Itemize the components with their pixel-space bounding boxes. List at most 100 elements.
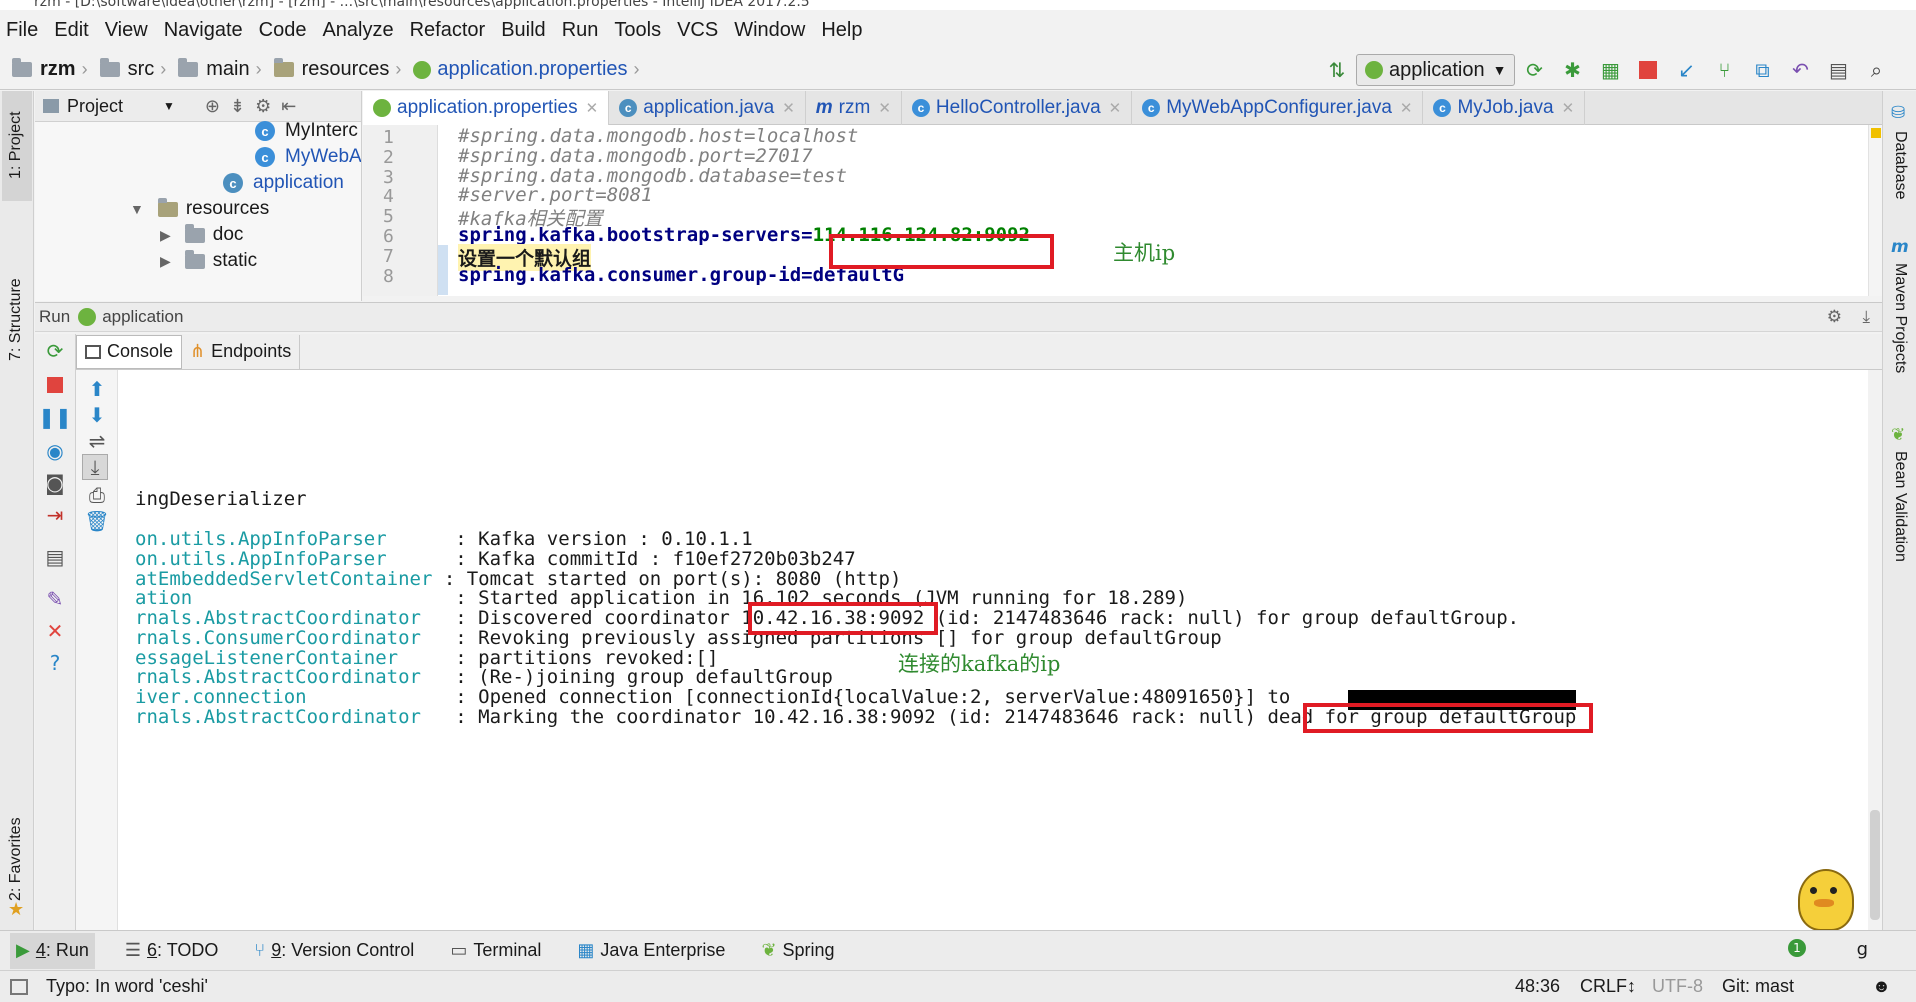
tab-endpoints[interactable]: ⋔ Endpoints (182, 334, 301, 369)
gear-icon[interactable]: ⚙ (255, 96, 271, 117)
console-scrollbar[interactable] (1868, 370, 1882, 930)
tab-application-java[interactable]: c application.java ✕ (609, 90, 806, 125)
help-icon[interactable]: ? (42, 650, 68, 676)
hide-icon[interactable]: ⇤ (281, 96, 296, 117)
tab-hellocontroller[interactable]: c HelloController.java ✕ (902, 90, 1133, 125)
menu-refactor[interactable]: Refactor (410, 19, 486, 42)
tab-mywebappconfigurer[interactable]: c MyWebAppConfigurer.java ✕ (1132, 90, 1424, 125)
breadcrumb-resources[interactable]: resources › (273, 58, 401, 81)
close-icon[interactable]: ✕ (42, 618, 68, 644)
menu-navigate[interactable]: Navigate (164, 19, 243, 42)
maven-tool-label[interactable]: Maven Projects (1891, 263, 1909, 373)
layout-icon[interactable]: ▤ (42, 544, 68, 570)
run-config-select[interactable]: application ▼ (1356, 54, 1516, 86)
rerun-icon[interactable]: ⟳ (1520, 56, 1548, 84)
camera-icon[interactable]: ◙ (42, 470, 68, 496)
pause-icon[interactable]: ❚❚ (38, 404, 72, 430)
tree-item-mywebappconfigurer[interactable]: c MyWebA (255, 146, 361, 168)
breadcrumb-application-properties[interactable]: application.properties › (413, 58, 640, 81)
sort-icon[interactable]: ⇅ (1323, 56, 1351, 84)
project-panel-title[interactable]: Project (67, 96, 123, 117)
code-editor[interactable]: 1 2 3 4 5 6 7 8 #spring.data.mongodb.hos… (363, 125, 1882, 296)
event-log-label[interactable]: g (1857, 939, 1868, 960)
tool-run[interactable]: ▶ 4: Run (10, 932, 95, 969)
git-branch[interactable]: Git: mast (1722, 976, 1794, 997)
arrow-up-icon[interactable]: ⬆ (84, 376, 110, 402)
line-separator[interactable]: CRLF↕ (1580, 976, 1636, 997)
rerun-icon[interactable]: ⟳ (42, 338, 68, 364)
editor-scrollbar[interactable] (1868, 125, 1882, 296)
close-icon[interactable]: ✕ (1109, 99, 1122, 117)
database-tool-label[interactable]: Database (1891, 131, 1909, 200)
menu-view[interactable]: View (105, 19, 148, 42)
close-icon[interactable]: ✕ (782, 99, 795, 117)
tree-item-resources[interactable]: ▼ resources (130, 197, 269, 220)
menu-help[interactable]: Help (821, 19, 862, 42)
menu-tools[interactable]: Tools (614, 19, 661, 42)
status-toggle-icon[interactable] (10, 978, 28, 995)
collapse-icon[interactable]: ⇟ (230, 96, 245, 117)
soft-wrap-icon[interactable]: ⇌ (84, 428, 110, 454)
favorites-tool-label[interactable]: 2: Favorites (7, 817, 25, 901)
close-icon[interactable]: ✕ (1400, 99, 1413, 117)
tab-console[interactable]: Console (76, 334, 183, 369)
bean-validation-tool-label[interactable]: Bean Validation (1891, 451, 1909, 562)
stop-icon[interactable] (1634, 56, 1662, 84)
tab-application-properties[interactable]: application.properties ✕ (363, 90, 610, 125)
tab-rzm[interactable]: m rzm ✕ (806, 90, 902, 125)
console-output[interactable]: ingDeserializer on.utils.AppInfoParser :… (118, 370, 1882, 930)
breadcrumb-main[interactable]: main › (178, 58, 262, 81)
tool-java-enterprise[interactable]: ▦ Java Enterprise (571, 933, 731, 969)
vcs-commit-icon[interactable]: ⑂ (1710, 56, 1738, 84)
scroll-thumb[interactable] (1870, 810, 1880, 920)
search-icon[interactable]: ⌕ (1862, 56, 1890, 84)
caret-position[interactable]: 48:36 (1515, 976, 1560, 997)
menu-build[interactable]: Build (501, 19, 545, 42)
tab-myjob[interactable]: c MyJob.java ✕ (1423, 90, 1586, 125)
close-icon[interactable]: ✕ (1562, 99, 1575, 117)
menu-run[interactable]: Run (562, 19, 599, 42)
debug-icon[interactable]: ✱ (1558, 56, 1586, 84)
exit-icon[interactable]: ⇥ (42, 502, 68, 528)
menu-file[interactable]: File (6, 19, 38, 42)
pin-icon[interactable]: ✎ (42, 586, 68, 612)
arrow-down-icon[interactable]: ⬇ (84, 402, 110, 428)
menu-window[interactable]: Window (734, 19, 805, 42)
tree-item-doc[interactable]: ▶ doc (160, 223, 243, 246)
event-log[interactable]: 1 (1788, 939, 1806, 957)
print-icon[interactable]: ⎙ (84, 482, 110, 508)
close-icon[interactable]: ✕ (878, 99, 891, 117)
run-config-label[interactable]: application (102, 307, 183, 327)
scroll-to-end-icon[interactable]: ⤓ (82, 454, 108, 480)
tool-spring[interactable]: ❦ Spring (755, 933, 840, 969)
tree-item-static[interactable]: ▶ static (160, 249, 257, 272)
menu-edit[interactable]: Edit (54, 19, 88, 42)
hide-panel-icon[interactable]: ⤓ (1862, 307, 1870, 327)
project-tool-label[interactable]: 1: Project (7, 111, 25, 179)
close-icon[interactable]: ✕ (586, 99, 599, 117)
tool-todo[interactable]: ☰ 6: TODO (119, 933, 225, 969)
tree-item-myinterceptor[interactable]: c MyInterc (255, 120, 358, 142)
locate-icon[interactable]: ⊕ (205, 96, 220, 117)
stop-icon[interactable] (42, 372, 68, 398)
tool-terminal[interactable]: ▭ Terminal (444, 933, 547, 969)
menu-analyze[interactable]: Analyze (322, 19, 393, 42)
tree-item-application[interactable]: c application (223, 172, 344, 194)
breadcrumb-rzm[interactable]: rzm › (12, 58, 88, 81)
file-encoding[interactable]: UTF-8 (1652, 976, 1703, 997)
project-structure-icon[interactable]: ▤ (1824, 56, 1852, 84)
trash-icon[interactable]: 🗑 (84, 508, 110, 534)
coverage-icon[interactable]: ▦ (1596, 56, 1624, 84)
structure-tool-label[interactable]: 7: Structure (7, 278, 25, 361)
chevron-down-icon[interactable]: ▼ (163, 99, 175, 113)
hector-icon[interactable]: ☻ (1872, 976, 1891, 997)
tool-version-control[interactable]: ⑂ 9: Version Control (248, 933, 420, 969)
gear-icon[interactable]: ⚙ (1827, 307, 1842, 327)
vcs-compare-icon[interactable]: ⧉ (1748, 56, 1776, 84)
globe-icon[interactable]: ◉ (42, 438, 68, 464)
breadcrumb-src[interactable]: src › (99, 58, 166, 81)
vcs-revert-icon[interactable]: ↶ (1786, 56, 1814, 84)
vcs-update-icon[interactable]: ↙ (1672, 56, 1700, 84)
menu-code[interactable]: Code (259, 19, 307, 42)
menu-vcs[interactable]: VCS (677, 19, 718, 42)
